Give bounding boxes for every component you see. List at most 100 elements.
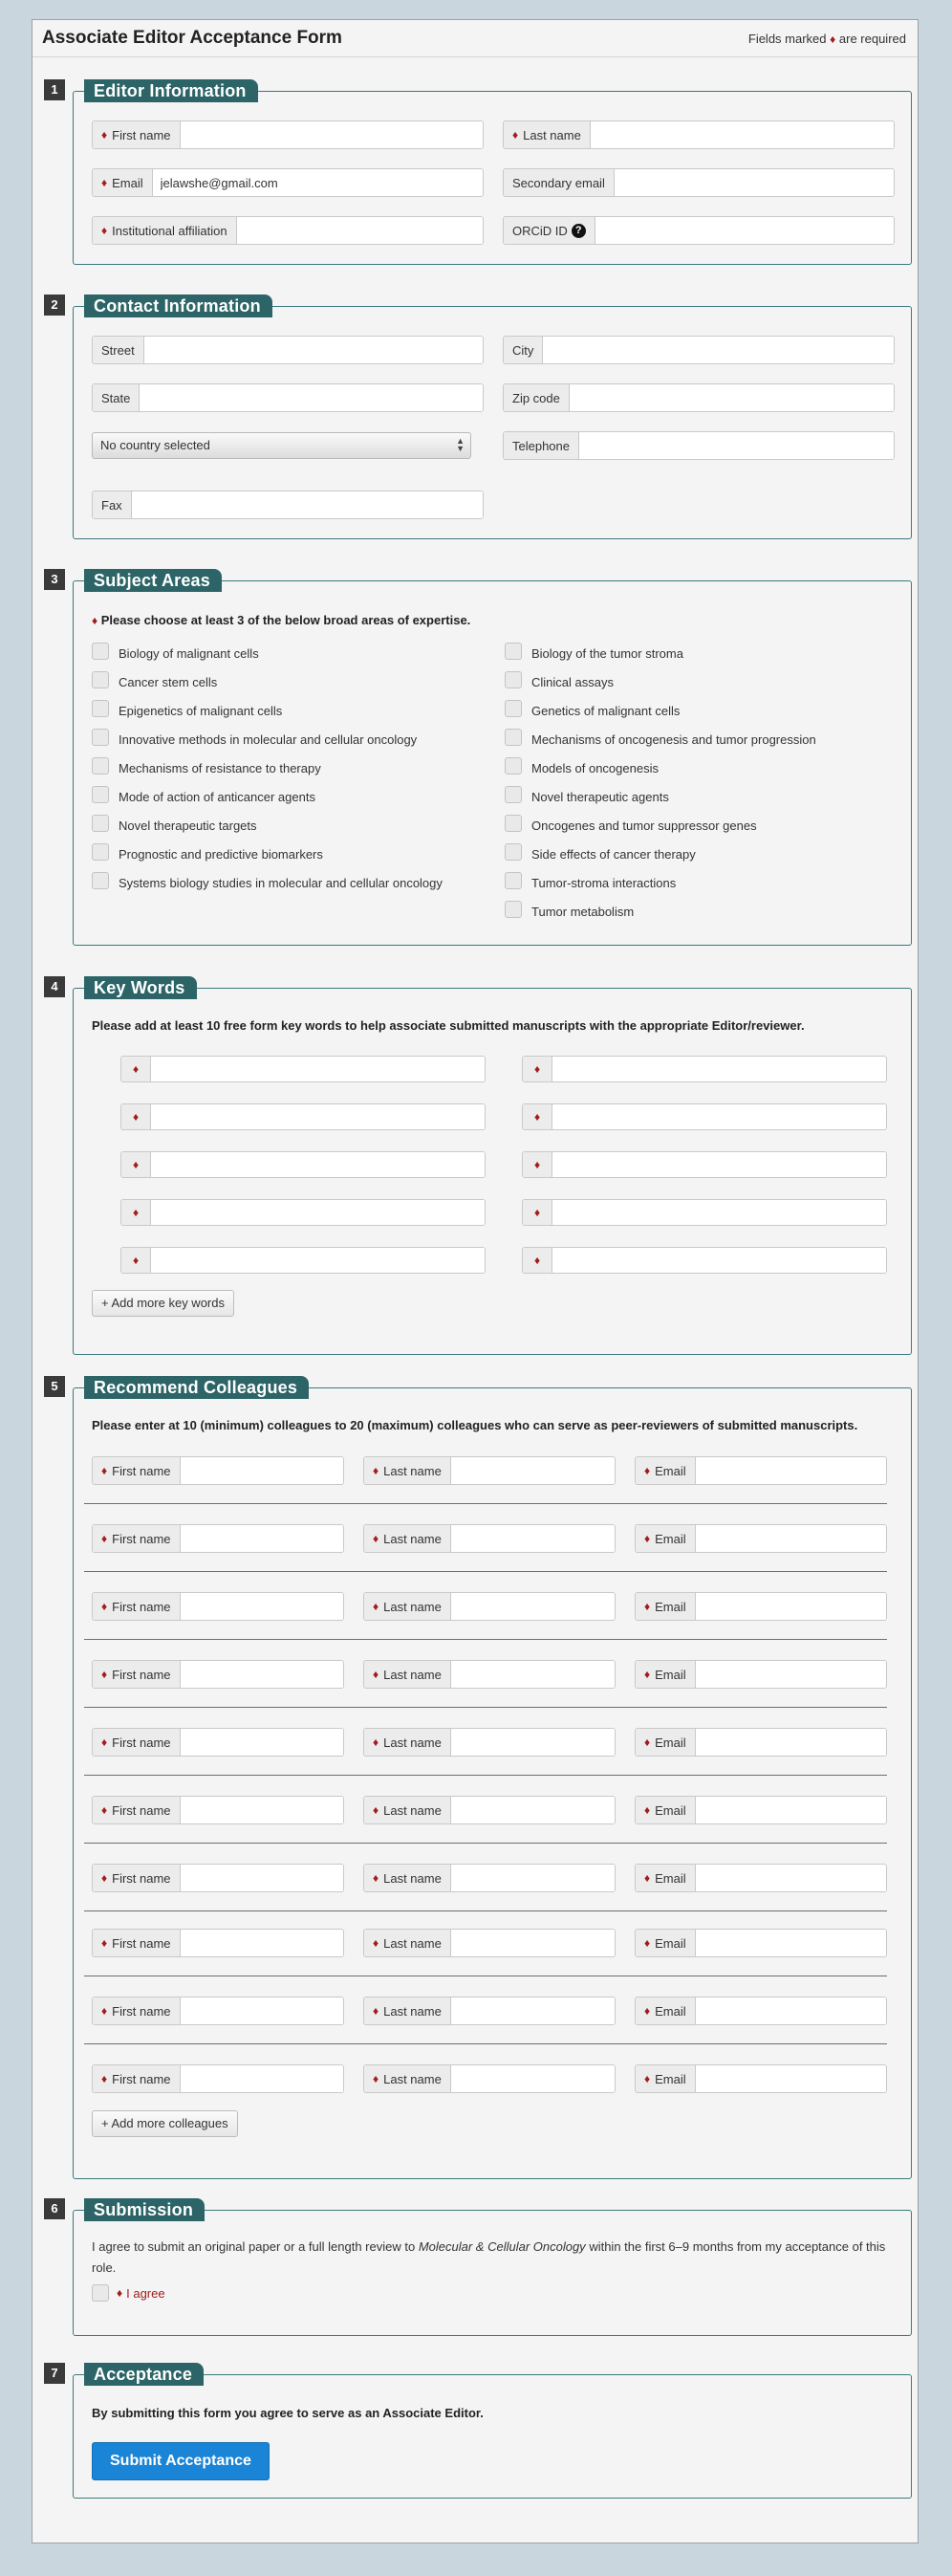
colleague-last-name-input[interactable] [450,1525,615,1552]
keyword-input[interactable] [552,1200,886,1225]
colleague-last-name-input[interactable] [450,1661,615,1688]
keyword-field[interactable]: ♦ [120,1199,486,1226]
keyword-input[interactable] [552,1248,886,1273]
colleague-last-name-input[interactable] [450,1997,615,2024]
keyword-input[interactable] [151,1200,485,1225]
colleague-first-name-field[interactable]: ♦ First name [92,1796,344,1824]
colleague-first-name-field[interactable]: ♦ First name [92,2064,344,2093]
keyword-field[interactable]: ♦ [120,1247,486,1274]
colleague-first-name-field[interactable]: ♦ First name [92,1864,344,1892]
colleague-email-input[interactable] [695,1593,886,1620]
orcid-input[interactable] [595,217,894,244]
colleague-first-name-field[interactable]: ♦ First name [92,1997,344,2025]
last-name-input[interactable] [590,121,894,148]
checkbox[interactable] [92,757,109,775]
colleague-last-name-input[interactable] [450,1729,615,1756]
keyword-input[interactable] [151,1057,485,1081]
secondary-email-input[interactable] [614,169,894,196]
colleague-email-field[interactable]: ♦ Email [635,1728,887,1757]
fax-field[interactable]: Fax [92,491,484,519]
subject-option[interactable]: Tumor metabolism [505,901,887,921]
checkbox[interactable] [92,815,109,832]
orcid-field[interactable]: ORCiD ID? [503,216,895,245]
submit-acceptance-button[interactable]: Submit Acceptance [92,2442,270,2480]
state-field[interactable]: State [92,383,484,412]
colleague-email-input[interactable] [695,1457,886,1484]
colleague-last-name-input[interactable] [450,1593,615,1620]
colleague-last-name-input[interactable] [450,2065,615,2092]
colleague-last-name-field[interactable]: ♦ Last name [363,1929,616,1957]
email-field[interactable]: ♦ Email [92,168,484,197]
keyword-field[interactable]: ♦ [522,1151,887,1178]
colleague-email-field[interactable]: ♦ Email [635,1864,887,1892]
checkbox[interactable] [505,700,522,717]
first-name-field[interactable]: ♦ First name [92,120,484,149]
colleague-last-name-field[interactable]: ♦ Last name [363,1592,616,1621]
colleague-last-name-input[interactable] [450,1457,615,1484]
colleague-last-name-field[interactable]: ♦ Last name [363,1728,616,1757]
colleague-first-name-field[interactable]: ♦ First name [92,1524,344,1553]
colleague-email-input[interactable] [695,1525,886,1552]
last-name-field[interactable]: ♦ Last name [503,120,895,149]
colleague-email-field[interactable]: ♦ Email [635,1796,887,1824]
colleague-first-name-field[interactable]: ♦ First name [92,1728,344,1757]
keyword-field[interactable]: ♦ [522,1103,887,1130]
subject-option[interactable]: Genetics of malignant cells [505,700,887,720]
street-field[interactable]: Street [92,336,484,364]
checkbox[interactable] [92,872,109,889]
colleague-first-name-input[interactable] [180,1661,343,1688]
checkbox[interactable] [92,700,109,717]
affiliation-field[interactable]: ♦ Institutional affiliation [92,216,484,245]
first-name-input[interactable] [180,121,483,148]
checkbox[interactable] [92,786,109,803]
telephone-input[interactable] [579,432,894,459]
subject-option[interactable]: Prognostic and predictive biomarkers [92,843,474,863]
colleague-first-name-input[interactable] [180,1997,343,2024]
colleague-last-name-input[interactable] [450,1930,615,1956]
subject-option[interactable]: Tumor-stroma interactions [505,872,887,892]
checkbox[interactable] [505,757,522,775]
checkbox[interactable] [505,786,522,803]
subject-option[interactable]: Innovative methods in molecular and cell… [92,729,474,749]
colleague-last-name-field[interactable]: ♦ Last name [363,1864,616,1892]
colleague-email-field[interactable]: ♦ Email [635,1660,887,1689]
subject-option[interactable]: Models of oncogenesis [505,757,887,777]
subject-option[interactable]: Side effects of cancer therapy [505,843,887,863]
colleague-first-name-input[interactable] [180,1593,343,1620]
telephone-field[interactable]: Telephone [503,431,895,460]
colleague-last-name-field[interactable]: ♦ Last name [363,1796,616,1824]
state-input[interactable] [140,384,483,411]
colleague-last-name-field[interactable]: ♦ Last name [363,1997,616,2025]
keyword-field[interactable]: ♦ [522,1199,887,1226]
zip-code-field[interactable]: Zip code [503,383,895,412]
colleague-first-name-field[interactable]: ♦ First name [92,1660,344,1689]
city-input[interactable] [543,337,894,363]
i-agree-checkbox-row[interactable]: ♦ I agree [92,2284,165,2302]
country-select[interactable]: No country selected ▲ ▼ [92,432,471,459]
colleague-last-name-input[interactable] [450,1797,615,1823]
subject-option[interactable]: Clinical assays [505,671,887,691]
colleague-email-field[interactable]: ♦ Email [635,1592,887,1621]
colleague-last-name-field[interactable]: ♦ Last name [363,1524,616,1553]
affiliation-input[interactable] [236,217,483,244]
keyword-input[interactable] [552,1057,886,1081]
keyword-field[interactable]: ♦ [522,1247,887,1274]
colleague-email-input[interactable] [695,1930,886,1956]
keyword-field[interactable]: ♦ [120,1151,486,1178]
colleague-email-field[interactable]: ♦ Email [635,1929,887,1957]
subject-option[interactable]: Oncogenes and tumor suppressor genes [505,815,887,835]
keyword-input[interactable] [552,1152,886,1177]
keyword-input[interactable] [151,1248,485,1273]
colleague-first-name-input[interactable] [180,1457,343,1484]
colleague-last-name-field[interactable]: ♦ Last name [363,1660,616,1689]
city-field[interactable]: City [503,336,895,364]
secondary-email-field[interactable]: Secondary email [503,168,895,197]
colleague-first-name-input[interactable] [180,2065,343,2092]
checkbox[interactable] [92,671,109,688]
street-input[interactable] [143,337,483,363]
email-input[interactable] [152,169,483,196]
subject-option[interactable]: Mechanisms of resistance to therapy [92,757,474,777]
keyword-input[interactable] [151,1152,485,1177]
subject-option[interactable]: Biology of the tumor stroma [505,643,887,663]
colleague-first-name-field[interactable]: ♦ First name [92,1456,344,1485]
